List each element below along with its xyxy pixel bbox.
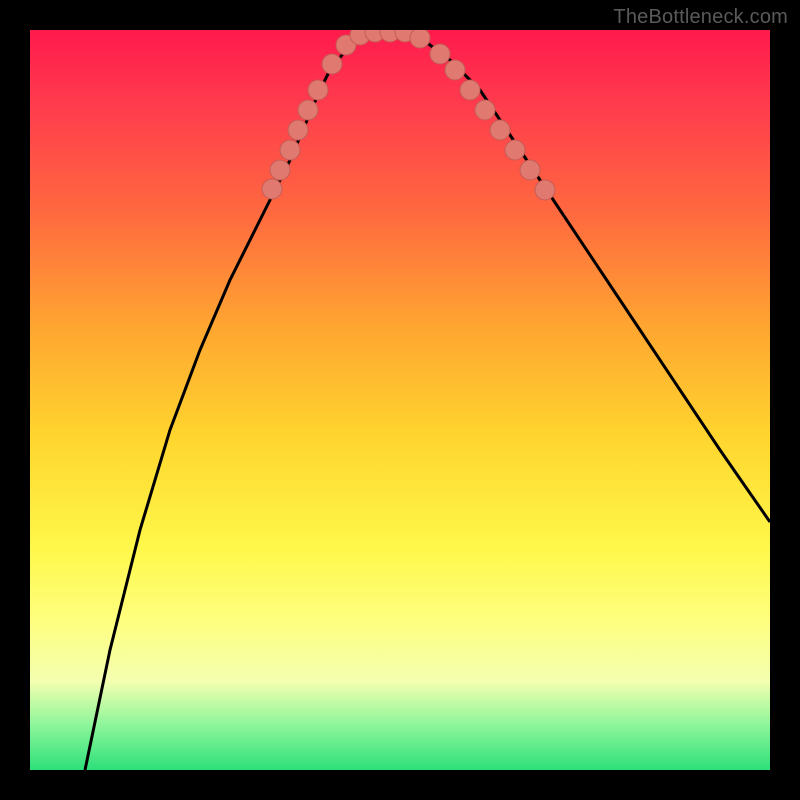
marker-dot [280, 140, 300, 160]
marker-dot [322, 54, 342, 74]
marker-group [262, 30, 555, 200]
marker-dot [445, 60, 465, 80]
marker-dot [430, 44, 450, 64]
watermark-text: TheBottleneck.com [613, 6, 788, 29]
plot-area [30, 30, 770, 770]
marker-dot [535, 180, 555, 200]
marker-dot [460, 80, 480, 100]
marker-dot [308, 80, 328, 100]
marker-dot [490, 120, 510, 140]
marker-dot [270, 160, 290, 180]
marker-dot [298, 100, 318, 120]
marker-dot [288, 120, 308, 140]
marker-dot [520, 160, 540, 180]
bottleneck-curve [85, 32, 770, 770]
marker-dot [505, 140, 525, 160]
marker-dot [410, 30, 430, 48]
marker-dot [262, 179, 282, 199]
frame: TheBottleneck.com [0, 0, 800, 800]
chart-svg [30, 30, 770, 770]
marker-dot [475, 100, 495, 120]
